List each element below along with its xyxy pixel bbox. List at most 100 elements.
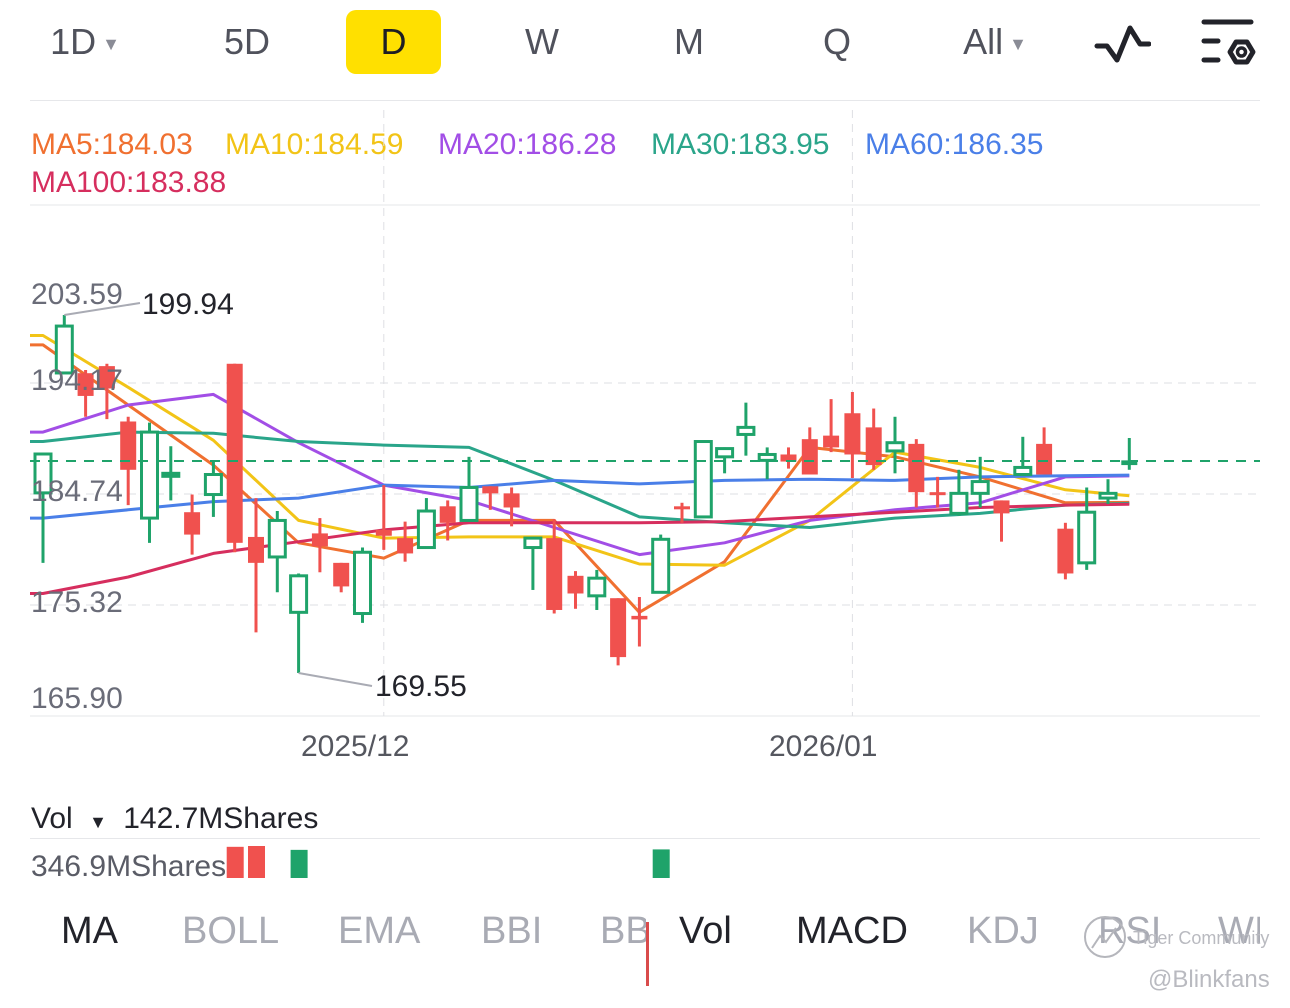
candle	[1121, 437, 1138, 470]
candle-body	[1013, 465, 1033, 477]
candle-body	[693, 440, 713, 519]
candle-body	[226, 363, 243, 543]
candle	[757, 447, 777, 480]
candle	[693, 440, 713, 519]
candle-body	[311, 533, 328, 547]
volume-current: 142.7MShares	[123, 802, 319, 835]
candle-body	[416, 509, 436, 550]
x-tick: 2026/01	[769, 730, 878, 763]
candle	[353, 547, 372, 623]
candle-body	[970, 480, 990, 495]
divider	[30, 838, 1260, 839]
candle-body	[375, 529, 392, 536]
watermark-brand: Tiger Community	[1133, 928, 1270, 948]
candle-body	[267, 518, 287, 559]
candle-body	[610, 598, 627, 658]
indicator-macd[interactable]: MACD	[796, 910, 908, 953]
candle-body	[397, 538, 414, 554]
volume-label: Vol	[31, 802, 73, 835]
indicator-kdj[interactable]: KDJ	[967, 910, 1039, 953]
candle-body	[865, 427, 882, 466]
candle-body	[823, 435, 840, 448]
candle	[523, 536, 543, 590]
candle-body	[908, 443, 925, 493]
volume-max-label: 346.9MShares	[31, 850, 227, 883]
candle	[993, 500, 1010, 542]
candle-body	[184, 512, 201, 535]
candle-body	[674, 506, 690, 510]
candle-body	[546, 538, 563, 610]
candle-body	[161, 471, 181, 478]
candle-body	[929, 492, 946, 496]
candle	[1077, 487, 1097, 570]
candle-body	[203, 473, 223, 497]
candle	[908, 439, 925, 508]
candle	[929, 476, 946, 508]
candle	[736, 402, 756, 456]
candle	[1057, 522, 1074, 580]
tiger-logo-icon	[1084, 916, 1126, 958]
candle-body	[459, 485, 479, 522]
candle	[651, 534, 671, 594]
low-annotation-leader	[298, 672, 373, 687]
candle	[546, 519, 563, 614]
y-tick: 203.59	[31, 278, 123, 311]
x-tick: 2025/12	[301, 730, 410, 763]
volume-bar	[290, 849, 308, 878]
candlestick-chart[interactable]	[0, 0, 1290, 900]
candle	[1013, 436, 1033, 477]
candle-body	[715, 447, 735, 459]
candle-body	[353, 550, 372, 616]
candle	[885, 416, 905, 474]
candle	[416, 498, 436, 550]
candle	[459, 456, 479, 522]
candle-body	[631, 615, 648, 620]
candle	[1036, 427, 1053, 475]
y-tick: 175.32	[31, 586, 123, 619]
candle-body	[120, 421, 137, 470]
candle-body	[651, 537, 671, 594]
y-tick: 165.90	[31, 682, 123, 715]
indicator-vol[interactable]: Vol	[679, 910, 732, 953]
candle-body	[333, 562, 350, 587]
candle	[375, 485, 392, 550]
candle-body	[844, 413, 861, 455]
candle-body	[482, 486, 499, 494]
candle-body	[949, 491, 969, 515]
candle	[780, 447, 797, 469]
candle	[333, 562, 350, 593]
candle	[161, 446, 181, 501]
volume-header[interactable]: Vol ▼ 142.7MShares	[31, 802, 318, 836]
indicator-ma[interactable]: MA	[61, 910, 118, 953]
candle-body	[587, 576, 607, 598]
candle-body	[885, 441, 905, 453]
y-tick: 184.74	[31, 475, 123, 508]
candle-body	[736, 425, 756, 436]
candle	[801, 427, 818, 475]
candle-body	[523, 536, 543, 550]
candle	[610, 598, 627, 666]
volume-bar	[226, 846, 244, 878]
volume-bar	[248, 846, 265, 878]
indicator-bbi[interactable]: BBI	[481, 910, 542, 953]
candle	[439, 500, 456, 541]
candle-body	[1057, 528, 1074, 574]
indicator-boll[interactable]: BOLL	[182, 910, 279, 953]
candle-body	[993, 500, 1010, 514]
volume-bar	[652, 849, 670, 878]
candle-body	[801, 439, 818, 475]
candle-body	[289, 574, 309, 614]
y-tick: 194.17	[31, 364, 123, 397]
tab-divider	[646, 922, 649, 986]
candle-body	[567, 575, 584, 594]
candle	[587, 569, 607, 610]
high-annotation: 199.94	[142, 288, 234, 321]
candle	[248, 498, 264, 633]
low-annotation: 169.55	[375, 670, 467, 703]
candle	[844, 392, 861, 479]
indicator-bb[interactable]: BB	[600, 910, 646, 953]
candle	[289, 573, 309, 674]
candle-body	[1098, 491, 1118, 500]
indicator-ema[interactable]: EMA	[338, 910, 420, 953]
candle-body	[248, 536, 264, 563]
